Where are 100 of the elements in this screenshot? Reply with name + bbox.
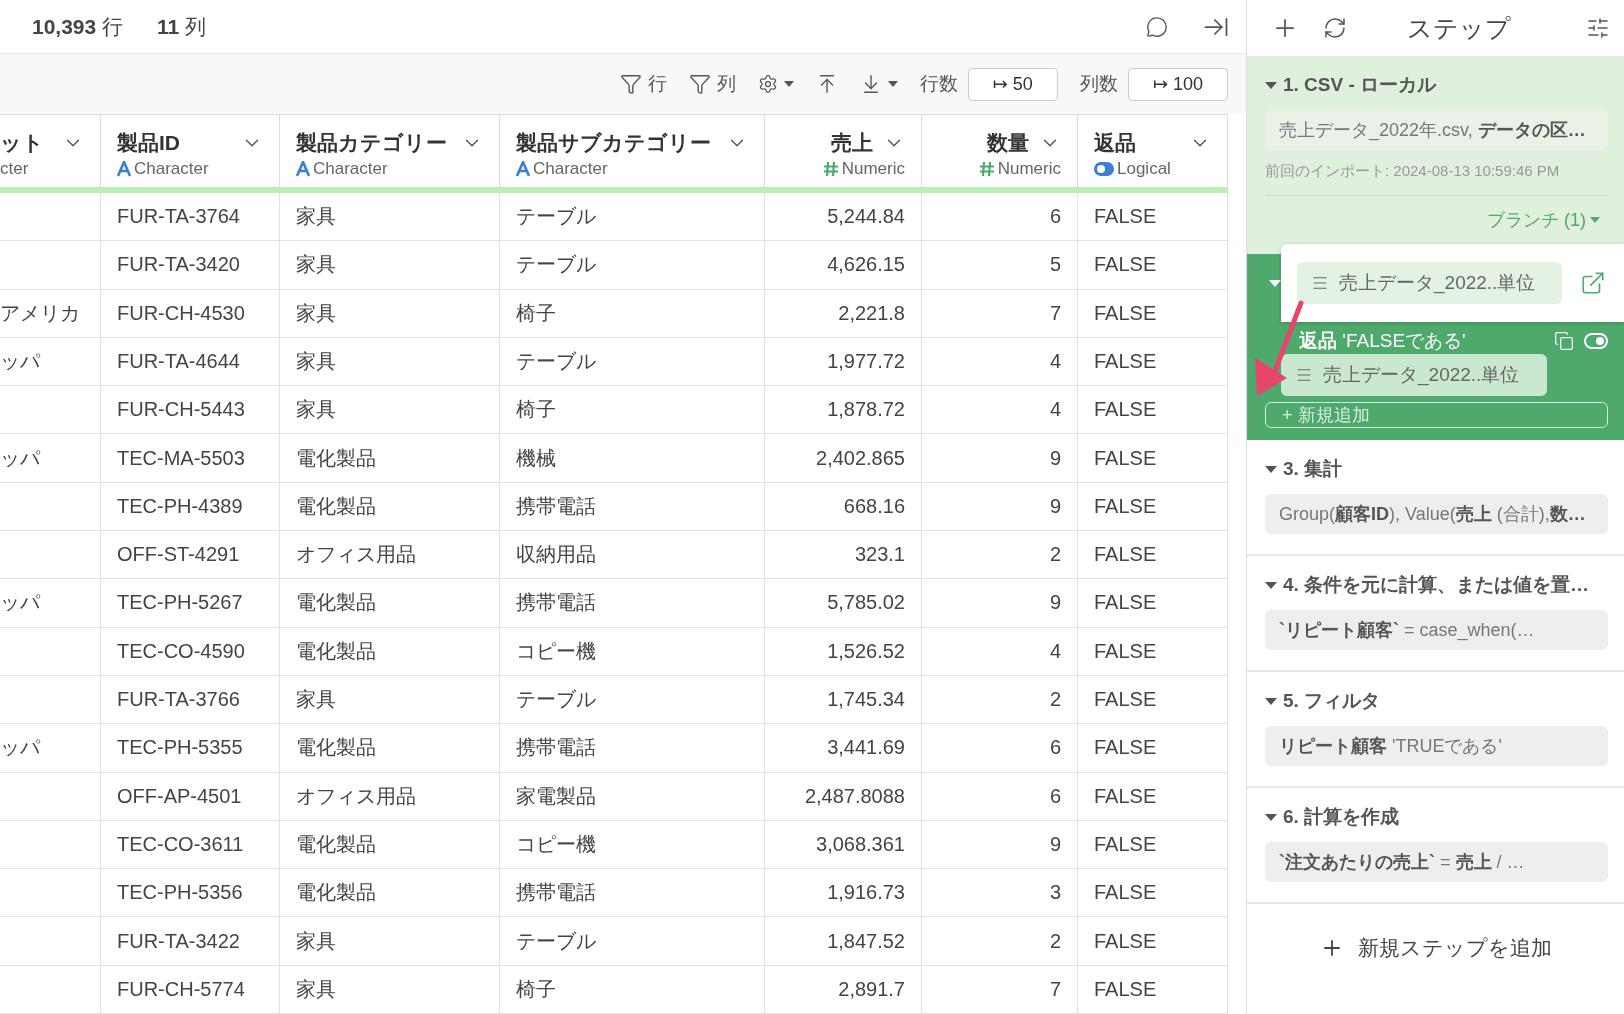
table-cell: FALSE — [1094, 688, 1157, 712]
column-header[interactable]: 売上 — [781, 128, 873, 157]
table-cell-text: テーブル — [516, 928, 596, 954]
menu-icon — [1295, 366, 1313, 384]
table-cell: OFF-AP-4501 — [117, 784, 242, 808]
panel-title: ステップ — [1406, 12, 1512, 44]
table-cell-text: 椅子 — [516, 300, 556, 326]
table-cell: 7 — [1049, 977, 1061, 1001]
table-cell: 7 — [1049, 301, 1061, 325]
step-title[interactable]: 4. 条件を元に計算、または値を置… — [1265, 572, 1608, 598]
table-cell: 1,916.73 — [827, 881, 905, 905]
step-summary[interactable]: `注文あたりの売上` = 売上 / … — [1265, 842, 1608, 882]
column-header[interactable]: 製品ID — [117, 128, 231, 157]
table-cell-text: ッパ — [0, 349, 40, 374]
row-count: 10,393 行 — [32, 13, 124, 40]
external-link-icon[interactable] — [1580, 270, 1606, 296]
table-cell: 1,847.52 — [827, 929, 905, 953]
column-limit-field[interactable]: ↦ 100 — [1127, 67, 1228, 101]
table-cell: FUR-TA-3422 — [117, 929, 240, 953]
table-cell: 2 — [1049, 688, 1061, 712]
step-summary[interactable]: `リピート顧客` = case_when(… — [1265, 610, 1608, 650]
row-limit-field[interactable]: ↦ 50 — [967, 67, 1058, 101]
table-cell: FUR-CH-5774 — [117, 977, 245, 1001]
table-cell: FUR-TA-3420 — [117, 253, 240, 277]
letter-a-icon — [117, 160, 131, 177]
step-title[interactable]: 5. フィルタ — [1265, 688, 1608, 714]
step-summary[interactable]: 売上データ_2022年.csv, データの区… — [1265, 110, 1608, 150]
table-cell-text: テーブル — [516, 204, 596, 230]
table-cell-text: 家具 — [296, 976, 336, 1002]
column-header[interactable]: 数量 — [938, 128, 1029, 157]
table-cell: TEC-MA-5503 — [117, 446, 245, 470]
table-cell: OFF-ST-4291 — [117, 543, 240, 567]
table-cell-text: 家具 — [296, 300, 336, 326]
table-cell: FALSE — [1094, 832, 1157, 856]
table-cell-text: 電化製品 — [296, 493, 376, 519]
table-cell: TEC-PH-4389 — [117, 494, 243, 518]
comment-icon[interactable] — [1146, 15, 1168, 38]
step-summary[interactable]: リピート顧客 'TRUEである' — [1265, 726, 1608, 766]
table-cell-text: 家具 — [296, 252, 336, 278]
table-cell-text: 電化製品 — [296, 445, 376, 471]
table-cell: 9 — [1049, 446, 1061, 470]
add-step-button[interactable]: 新規ステップを追加 — [1247, 904, 1624, 992]
visibility-toggle[interactable] — [1584, 333, 1608, 349]
table-cell: FALSE — [1094, 881, 1157, 905]
table-cell-text: テーブル — [516, 252, 596, 278]
refresh-icon[interactable] — [1323, 16, 1347, 40]
table-cell-text: 収納用品 — [516, 542, 596, 568]
caret-icon[interactable] — [1265, 697, 1277, 705]
table-cell-text: ッパ — [0, 735, 40, 761]
hash-icon — [978, 160, 995, 177]
column-header[interactable]: 製品カテゴリー — [296, 128, 451, 157]
column-header[interactable]: 製品サブカテゴリー — [516, 128, 716, 157]
step-title[interactable]: 6. 計算を作成 — [1265, 804, 1608, 830]
letter-a-icon — [296, 160, 310, 177]
step-title[interactable]: 3. 集計 — [1265, 456, 1608, 482]
table-cell-text: コピー機 — [516, 638, 596, 664]
settings-icon[interactable] — [757, 74, 794, 94]
step-summary[interactable]: Group(顧客ID), Value(売上 (合計),数… — [1265, 494, 1608, 534]
table-cell-text: テーブル — [516, 687, 596, 713]
column-header[interactable]: 返品 — [1094, 128, 1179, 157]
table-cell: FUR-TA-3764 — [117, 205, 240, 229]
table-cell-text: 携帯電話 — [516, 880, 596, 906]
filter-rows-button[interactable]: 行 — [619, 71, 667, 97]
table-cell-text: 電化製品 — [296, 735, 376, 761]
toggle-icon — [1094, 161, 1114, 176]
table-cell: FUR-TA-3766 — [117, 688, 240, 712]
letter-a-icon — [516, 160, 530, 177]
table-cell-text: 携帯電話 — [516, 590, 596, 616]
table-cell: 4,626.15 — [827, 253, 905, 277]
table-cell-text: 家具 — [296, 349, 336, 374]
dragged-item[interactable]: 売上データ_2022..単位 — [1281, 354, 1547, 396]
caret-icon[interactable] — [1265, 813, 1277, 821]
caret-icon[interactable] — [1265, 581, 1277, 589]
column-type: Numeric — [997, 158, 1061, 179]
table-cell: 323.1 — [854, 543, 905, 567]
column-type: Character — [134, 158, 209, 179]
column-header[interactable]: ット — [0, 128, 52, 157]
hash-icon — [822, 160, 839, 177]
step-title[interactable]: 1. CSV - ローカル — [1265, 72, 1608, 98]
table-cell: FALSE — [1094, 350, 1157, 373]
caret-icon[interactable] — [1265, 465, 1277, 473]
table-cell: 2 — [1049, 929, 1061, 953]
table-cell: FALSE — [1094, 977, 1157, 1001]
table-cell: 2,487.8088 — [804, 784, 905, 808]
table-cell: FALSE — [1094, 929, 1157, 953]
caret-icon[interactable] — [1265, 81, 1277, 89]
table-cell-text: 電化製品 — [296, 590, 376, 616]
table-cell-text: 電化製品 — [296, 638, 376, 664]
table-cell-text: 電化製品 — [296, 831, 376, 857]
table-cell-text: 携帯電話 — [516, 735, 596, 761]
filter-columns-button[interactable]: 列 — [688, 71, 736, 97]
menu-item[interactable]: 売上データ_2022..単位 — [1297, 262, 1562, 304]
import-time: 前回のインポート: 2024-08-13 10:59:46 PM — [1265, 162, 1608, 196]
column-type: Numeric — [841, 158, 905, 179]
table-cell: FALSE — [1094, 301, 1157, 325]
table-cell-text: オフィス用品 — [296, 783, 416, 809]
copy-icon[interactable] — [1554, 331, 1574, 351]
sliders-icon[interactable] — [1586, 16, 1610, 40]
table-cell: TEC-CO-3611 — [117, 832, 244, 856]
table-cell: FALSE — [1094, 205, 1157, 229]
